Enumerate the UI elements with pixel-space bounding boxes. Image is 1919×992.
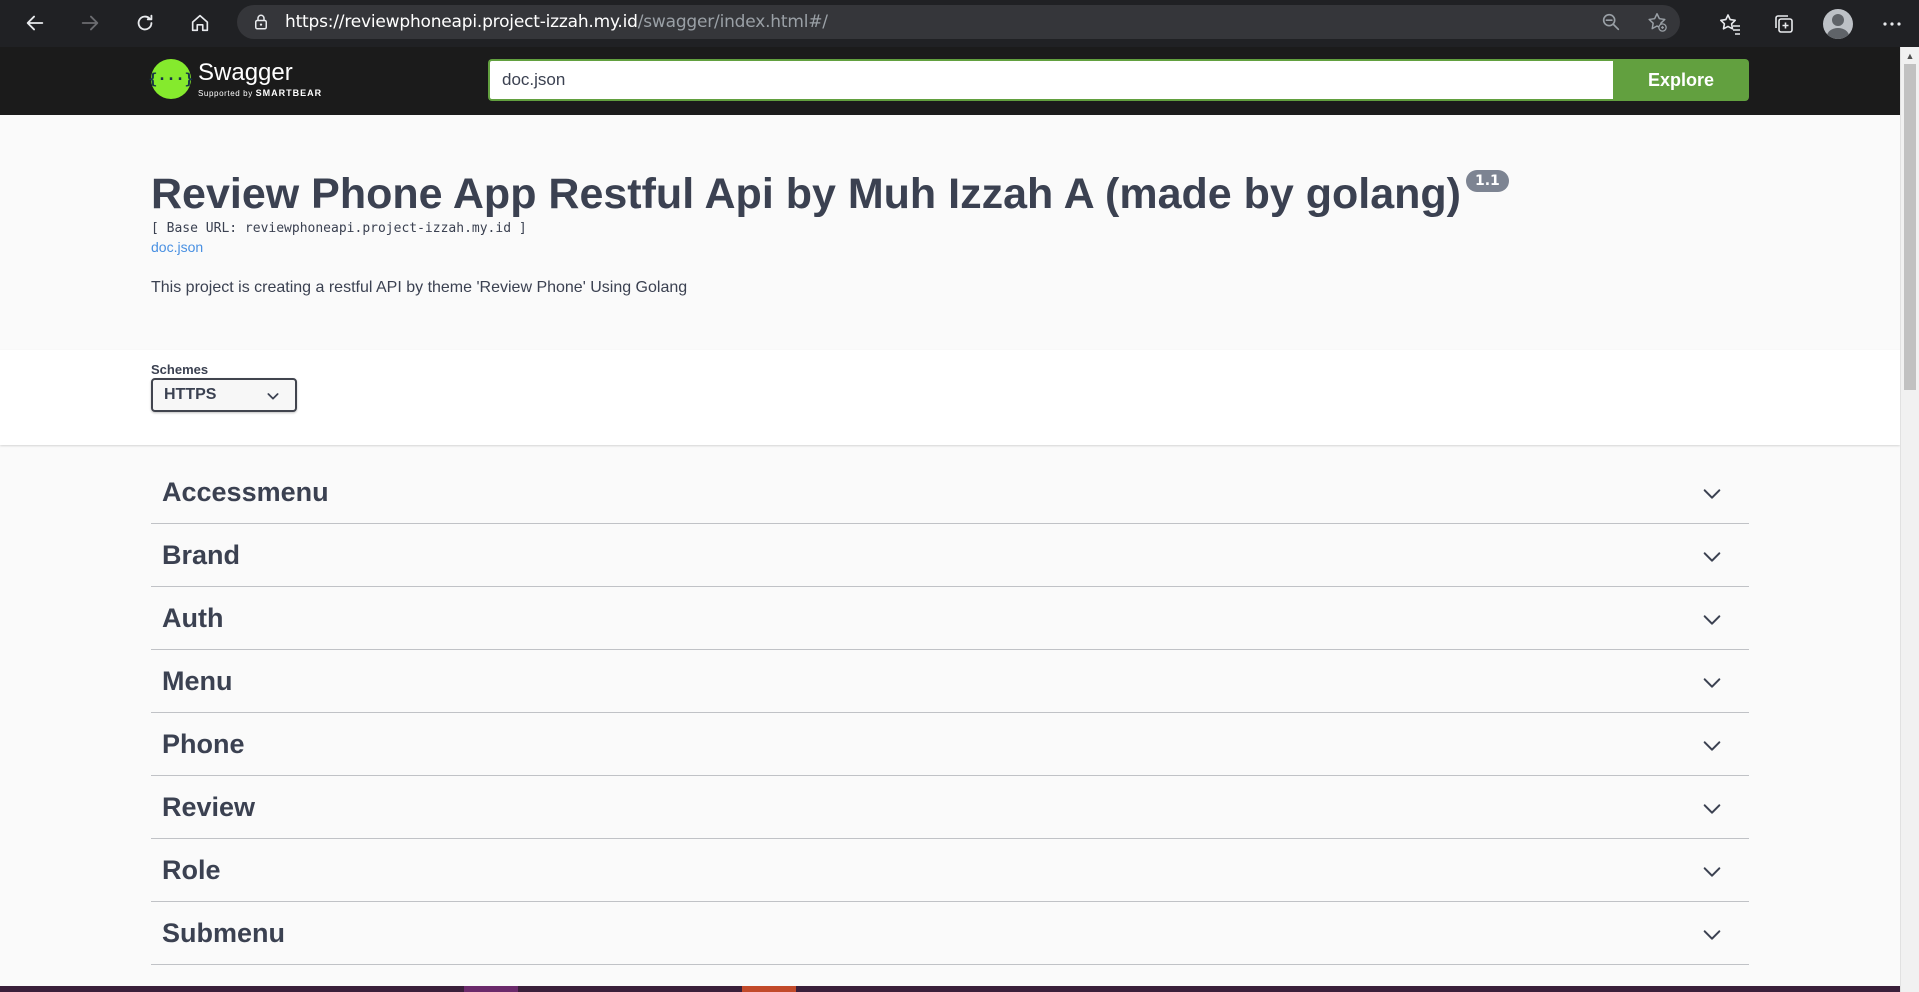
- avatar: [1823, 8, 1853, 39]
- tag-name: Submenu: [162, 917, 286, 948]
- tag-review[interactable]: Review: [151, 776, 1749, 839]
- schemes-selected-value: HTTPS: [164, 386, 217, 403]
- swagger-logo-icon: {···}: [148, 59, 194, 99]
- back-button[interactable]: [15, 3, 55, 43]
- tag-phone[interactable]: Phone: [151, 713, 1749, 776]
- tag-name: Role: [162, 854, 221, 885]
- profile-button[interactable]: [1811, 0, 1865, 47]
- collections-button[interactable]: [1757, 0, 1811, 47]
- schemes-select[interactable]: HTTPS: [151, 378, 297, 412]
- tag-name: Brand: [162, 539, 241, 570]
- chevron-down-icon[interactable]: [1701, 924, 1723, 946]
- page-scrollbar[interactable]: ▲: [1900, 47, 1919, 992]
- doc-json-link[interactable]: doc.json: [151, 239, 203, 255]
- browser-toolbar: https://reviewphoneapi.project-izzah.my.…: [0, 0, 1919, 47]
- favorites-button[interactable]: [1703, 0, 1757, 47]
- scroll-thumb[interactable]: [1904, 64, 1916, 390]
- add-favorite-icon[interactable]: [1646, 11, 1668, 33]
- url-path: /swagger/index.html#/: [637, 12, 828, 32]
- favorites-icon: [1720, 13, 1740, 35]
- logo-text: Swagger: [198, 59, 293, 86]
- arrow-right-icon: [81, 15, 99, 31]
- api-description: This project is creating a restful API b…: [151, 279, 688, 296]
- schemes-label: Schemes: [151, 362, 209, 377]
- tag-name: Review: [162, 791, 256, 822]
- chevron-down-icon: [267, 393, 279, 400]
- chevron-down-icon[interactable]: [1701, 672, 1723, 694]
- tag-accessmenu[interactable]: Accessmenu: [151, 461, 1749, 524]
- explore-form: Explore: [488, 59, 1749, 101]
- lock-icon[interactable]: [251, 12, 271, 32]
- tag-role[interactable]: Role: [151, 839, 1749, 902]
- logo-subtitle: Supported by SMARTBEAR: [198, 88, 323, 98]
- reload-icon: [137, 14, 153, 31]
- settings-menu-button[interactable]: [1865, 0, 1919, 47]
- tag-submenu[interactable]: Submenu: [151, 902, 1749, 965]
- url-host: https://reviewphoneapi.project-izzah.my.…: [285, 12, 638, 32]
- taskbar-edge: [0, 986, 1900, 992]
- chevron-down-icon[interactable]: [1701, 546, 1723, 568]
- tag-name: Phone: [162, 728, 245, 759]
- tag-name: Accessmenu: [162, 476, 329, 507]
- address-bar[interactable]: https://reviewphoneapi.project-izzah.my.…: [237, 5, 1680, 39]
- chevron-down-icon[interactable]: [1701, 609, 1723, 631]
- tag-brand[interactable]: Brand: [151, 524, 1749, 587]
- home-button[interactable]: [180, 3, 220, 43]
- version-badge: 1.1: [1466, 170, 1509, 192]
- explore-button[interactable]: Explore: [1613, 59, 1749, 101]
- tag-name: Menu: [162, 665, 233, 696]
- base-url: [ Base URL: reviewphoneapi.project-izzah…: [151, 221, 527, 236]
- collections-icon: [1775, 14, 1793, 33]
- more-icon: [1883, 21, 1901, 26]
- chevron-down-icon[interactable]: [1701, 483, 1723, 505]
- url-text[interactable]: https://reviewphoneapi.project-izzah.my.…: [285, 12, 828, 32]
- tag-name: Auth: [162, 602, 224, 633]
- chevron-down-icon[interactable]: [1701, 735, 1723, 757]
- page-title: Review Phone App Restful Api by Muh Izza…: [151, 170, 1461, 218]
- forward-button[interactable]: [70, 3, 110, 43]
- schemes-section: Schemes HTTPS: [0, 350, 1900, 445]
- swagger-logo[interactable]: {···} Swagger Supported by SMARTBEAR: [148, 59, 323, 99]
- tag-menu[interactable]: Menu: [151, 650, 1749, 713]
- reload-button[interactable]: [125, 3, 165, 43]
- chevron-down-icon[interactable]: [1701, 798, 1723, 820]
- chevron-down-icon[interactable]: [1701, 861, 1723, 883]
- api-info: Review Phone App Restful Api by Muh Izza…: [151, 115, 1751, 297]
- arrow-left-icon: [26, 15, 44, 31]
- spec-url-input[interactable]: [488, 59, 1613, 101]
- operation-tags: Accessmenu Brand Auth Menu Phone Review …: [151, 461, 1749, 965]
- swagger-topbar: {···} Swagger Supported by SMARTBEAR Exp…: [0, 47, 1900, 115]
- home-icon: [191, 14, 209, 32]
- zoom-out-icon[interactable]: [1600, 11, 1622, 33]
- scroll-up-arrow[interactable]: ▲: [1901, 47, 1919, 64]
- tag-auth[interactable]: Auth: [151, 587, 1749, 650]
